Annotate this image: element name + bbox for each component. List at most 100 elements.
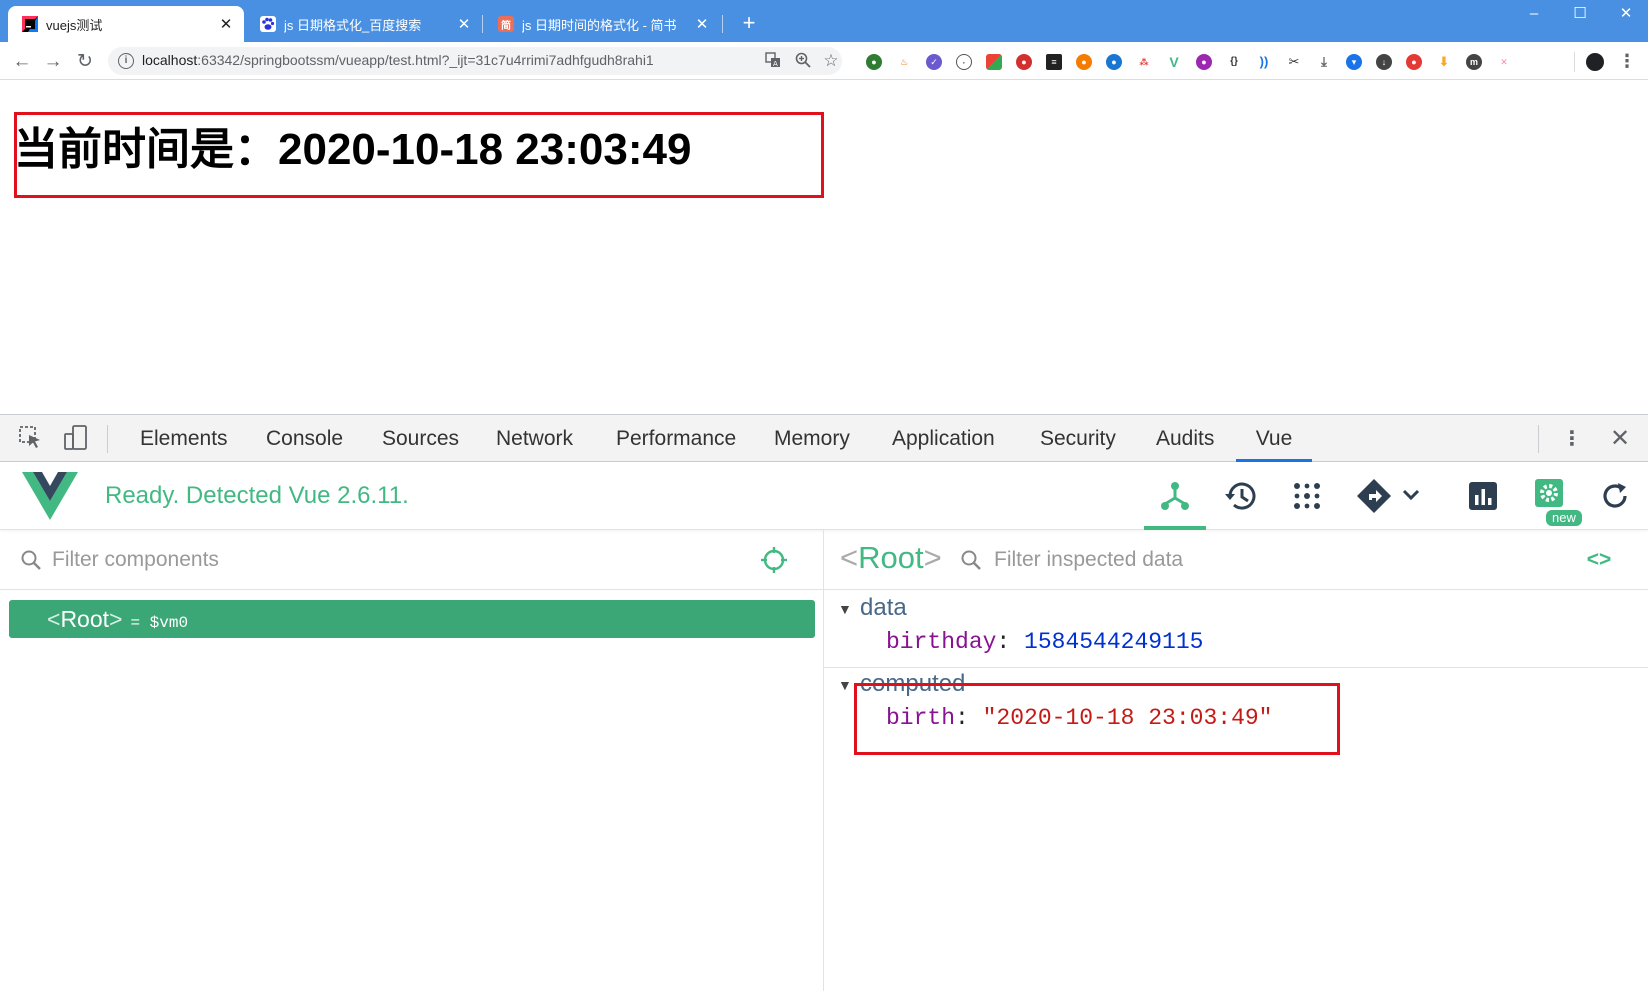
back-arrow-icon[interactable]: ← (9, 49, 35, 75)
forward-arrow-icon[interactable]: → (40, 49, 66, 75)
section-divider (824, 667, 1648, 668)
tab-memory[interactable]: Memory (774, 415, 850, 462)
bookmark-star-icon[interactable]: ☆ (822, 52, 840, 70)
components-pane: <Root> = $vm0 (0, 530, 824, 991)
tab-console[interactable]: Console (266, 415, 343, 462)
url-path: :63342/springbootssm/vueapp/test.html?_i… (197, 52, 654, 68)
tab-audits[interactable]: Audits (1156, 415, 1214, 462)
search-icon (961, 550, 981, 570)
property-key: birthday (886, 629, 997, 655)
bow-extension-icon[interactable]: ✕ (1496, 54, 1512, 70)
reload-icon[interactable]: ↻ (72, 49, 98, 75)
tab-vue[interactable]: Vue (1236, 415, 1312, 462)
download-icon[interactable]: ⤓ (1316, 54, 1332, 70)
maximize-button[interactable]: ☐ (1556, 0, 1604, 30)
color-extension-icon[interactable] (986, 54, 1002, 70)
down-arrow-extension-icon[interactable]: ⬇ (1436, 54, 1452, 70)
url-host: localhost (142, 52, 198, 68)
toolbar-separator (1574, 52, 1575, 72)
angle-close: > (109, 606, 123, 632)
check-extension-icon[interactable]: ✓ (926, 54, 942, 70)
shield-extension-icon[interactable]: ▾ (1346, 54, 1362, 70)
zoom-icon[interactable] (794, 52, 812, 70)
svg-text:A: A (773, 60, 778, 68)
chrome-menu-icon[interactable]: ⋮ (1618, 50, 1636, 72)
search-icon (21, 550, 41, 570)
new-badge: new (1546, 510, 1582, 526)
vue-logo-icon (22, 472, 78, 520)
vue-status-text: Ready. Detected Vue 2.6.11. (105, 482, 409, 509)
filter-components-input[interactable] (52, 545, 732, 575)
address-bar[interactable]: i localhost:63342/springbootssm/vueapp/t… (108, 47, 842, 75)
vm-reference: = $vm0 (130, 614, 189, 632)
routing-direction-icon[interactable] (1350, 462, 1432, 530)
wave-extension-icon[interactable]: )) (1256, 54, 1272, 70)
inspected-component-title: <Root> (840, 540, 942, 576)
performance-chart-icon[interactable] (1452, 462, 1514, 530)
scissors-icon[interactable]: ✂ (1286, 54, 1302, 70)
baidu-paw-icon (260, 16, 276, 32)
tab-jianshu[interactable]: 简 js 日期时间的格式化 - 简书 ✕ (484, 6, 720, 42)
translate-icon[interactable]: A (764, 52, 782, 70)
tab-vuejs-test[interactable]: vuejs测试 ✕ (8, 6, 244, 42)
inspect-dom-code-icon[interactable]: <> (1584, 546, 1614, 574)
filter-inspected-data-input[interactable] (994, 545, 1564, 575)
red-extension-icon[interactable]: ● (1406, 54, 1422, 70)
browser-tab-strip: vuejs测试 ✕ js 日期格式化_百度搜索 ✕ 简 js 日期时间的格式化 … (0, 0, 1648, 42)
tab-title: vuejs测试 (46, 17, 103, 33)
tab-separator (482, 15, 483, 33)
inspected-component-name: Root (858, 540, 924, 575)
globe-extension-icon[interactable]: ● (1106, 54, 1122, 70)
highlight-box-heading (14, 112, 824, 198)
tab-network[interactable]: Network (496, 415, 573, 462)
clock-extension-icon[interactable]: · (956, 54, 972, 70)
stop-extension-icon[interactable]: ● (1016, 54, 1032, 70)
orange-extension-icon[interactable]: ● (1076, 54, 1092, 70)
close-devtools-icon[interactable]: ✕ (1606, 425, 1634, 453)
angle-close: > (923, 540, 942, 575)
json-extension-icon[interactable]: {} (1226, 54, 1242, 70)
new-tab-button[interactable]: + (736, 10, 762, 36)
angle-open: < (47, 606, 61, 632)
vuex-dots-icon[interactable] (1276, 462, 1338, 530)
refresh-icon[interactable] (1584, 462, 1646, 530)
m-extension-icon[interactable]: m (1466, 54, 1482, 70)
tab-elements[interactable]: Elements (140, 415, 228, 462)
url-text[interactable]: localhost:63342/springbootssm/vueapp/tes… (142, 52, 654, 68)
component-tree-root-row[interactable]: <Root> = $vm0 (9, 600, 815, 638)
tab-performance[interactable]: Performance (616, 415, 736, 462)
tab-application[interactable]: Application (892, 415, 995, 462)
devtools-separator (107, 425, 108, 453)
devtools-menu-icon[interactable]: ⋮ (1558, 425, 1586, 453)
collapse-triangle-icon[interactable]: ▼ (838, 601, 860, 617)
minimize-button[interactable]: – (1510, 0, 1558, 30)
close-icon[interactable]: ✕ (694, 15, 710, 33)
data-property-row[interactable]: birthday: 1584544249115 (886, 629, 1203, 655)
close-icon[interactable]: ✕ (218, 15, 234, 33)
close-window-button[interactable]: ✕ (1602, 0, 1648, 30)
java-extension-icon[interactable]: ♨ (896, 54, 912, 70)
device-toolbar-icon[interactable] (62, 425, 90, 453)
section-data-header[interactable]: ▼ data (838, 594, 907, 622)
highlight-box-computed (854, 683, 1340, 755)
tab-sources[interactable]: Sources (382, 415, 459, 462)
timeline-history-icon[interactable] (1210, 462, 1272, 530)
info-icon[interactable]: i (118, 53, 134, 69)
tab-title: js 日期格式化_百度搜索 (284, 17, 422, 33)
idea-icon (22, 16, 38, 32)
extension-icon[interactable]: ● (866, 54, 882, 70)
select-component-target-icon[interactable] (760, 546, 788, 574)
purple-extension-icon[interactable]: ● (1196, 54, 1212, 70)
profile-avatar-icon[interactable] (1586, 53, 1604, 71)
tab-baidu-search[interactable]: js 日期格式化_百度搜索 ✕ (246, 6, 482, 42)
devtools-tab-bar: Elements Console Sources Network Perform… (0, 414, 1648, 462)
root-component-name: Root (60, 606, 110, 632)
inspect-element-icon[interactable] (16, 425, 44, 453)
vue-extension-icon[interactable]: V (1166, 54, 1182, 70)
network-extension-icon[interactable]: ⁂ (1136, 54, 1152, 70)
tab-security[interactable]: Security (1040, 415, 1116, 462)
arrow-extension-icon[interactable]: ↓ (1376, 54, 1392, 70)
close-icon[interactable]: ✕ (456, 15, 472, 33)
components-tab-icon[interactable] (1144, 462, 1206, 530)
doc-extension-icon[interactable]: ≡ (1046, 54, 1062, 70)
